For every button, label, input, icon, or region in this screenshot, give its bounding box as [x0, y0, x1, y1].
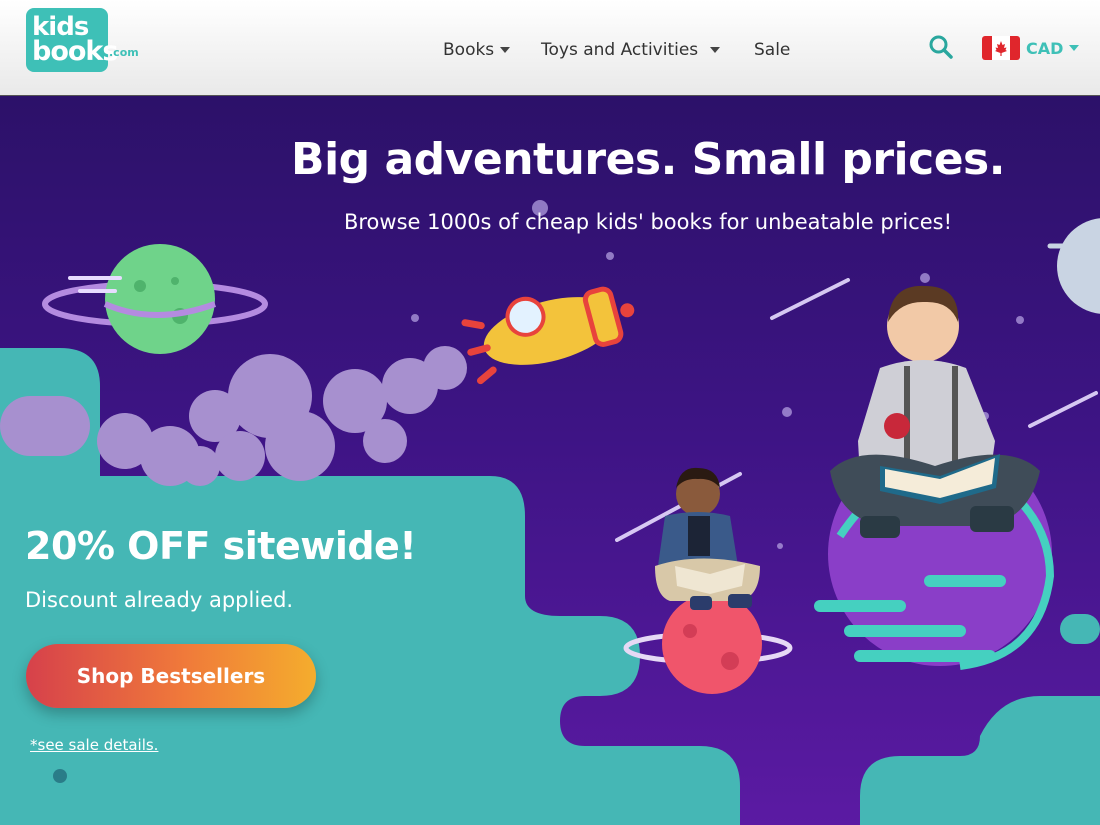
chevron-down-icon — [500, 47, 511, 53]
shop-bestsellers-button[interactable]: Shop Bestsellers — [26, 644, 316, 708]
nav-sale-label: Sale — [754, 40, 791, 60]
currency-code: CAD — [1026, 38, 1064, 58]
nav-books-label: Books — [443, 40, 495, 60]
promo-subtitle: Discount already applied. — [25, 588, 294, 612]
nav-toys-label: Toys and Activities — [541, 40, 699, 60]
currency-selector[interactable]: CAD — [982, 36, 1080, 60]
hero-headline: Big adventures. Small prices. — [291, 134, 1005, 185]
chevron-down-icon — [1069, 45, 1080, 51]
chevron-down-icon — [710, 47, 721, 53]
nav-toys-and-activities[interactable]: Toys and Activities — [541, 38, 721, 62]
nav-books[interactable]: Books — [443, 38, 511, 62]
canada-flag-icon — [982, 36, 1020, 60]
hero-banner: Big adventures. Small prices. Browse 100… — [0, 96, 1100, 825]
promo-title: 20% OFF sitewide! — [25, 524, 417, 568]
logo-line-2: books — [32, 36, 118, 67]
logo-suffix: .com — [109, 46, 139, 59]
sale-details-link[interactable]: *see sale details. — [30, 736, 158, 754]
kidsbooks-logo[interactable]: kids books .com — [26, 8, 139, 78]
nav-sale[interactable]: Sale — [754, 38, 790, 62]
site-header: kids books .com Books Toys and Activitie… — [0, 0, 1100, 96]
hero-subheadline: Browse 1000s of cheap kids' books for un… — [343, 210, 953, 234]
space-illustration — [0, 200, 1100, 825]
search-icon[interactable] — [928, 34, 954, 60]
